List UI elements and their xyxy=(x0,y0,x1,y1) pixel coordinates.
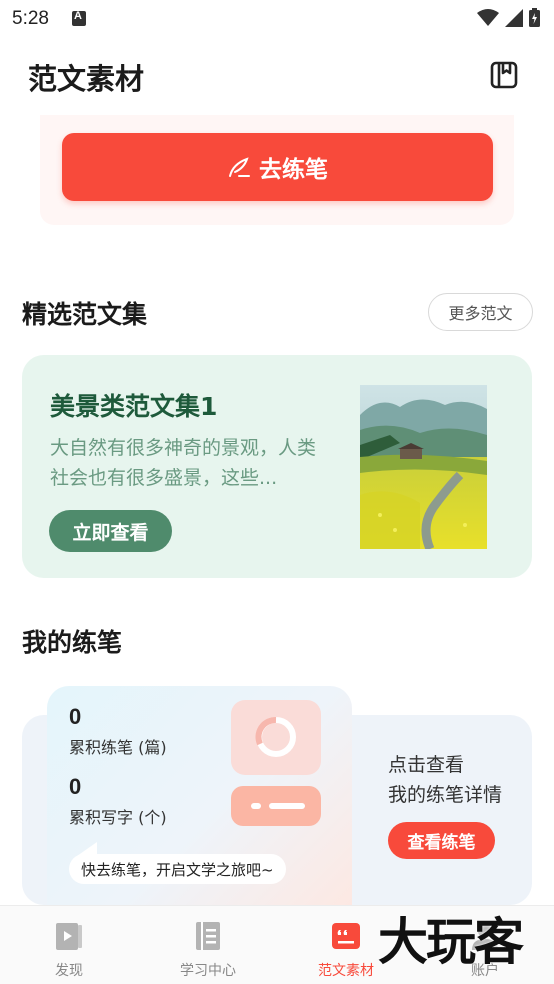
tab-model-essays-label: 范文素材 xyxy=(318,963,374,979)
tab-discover-label: 发现 xyxy=(55,963,83,979)
my-practice-section-title: 我的练笔 xyxy=(22,628,123,657)
system-icons xyxy=(477,8,540,27)
practice-detail-prompt: 点击查看 我的练笔详情 xyxy=(388,750,502,810)
feather-icon xyxy=(229,157,250,177)
practice-count-label: 累积练笔 (篇) xyxy=(69,738,167,757)
tab-learning-center[interactable]: 学习中心 xyxy=(153,920,263,982)
header: 范文素材 xyxy=(0,48,554,104)
go-practice-button[interactable]: 去练笔 xyxy=(62,133,493,201)
essay-collection-card[interactable]: 美景类范文集1 大自然有很多神奇的景观，人类社会也有很多盛景，这些... 立即查… xyxy=(22,355,532,578)
battery-icon xyxy=(529,8,540,27)
essay-card-description: 大自然有很多神奇的景观，人类社会也有很多盛景，这些... xyxy=(50,437,317,489)
wifi-icon xyxy=(477,8,499,26)
go-practice-label: 去练笔 xyxy=(259,157,328,183)
view-now-button[interactable]: 立即查看 xyxy=(49,510,172,552)
word-count-value: 0 xyxy=(69,774,82,799)
status-time: 5:28 xyxy=(12,8,49,29)
view-practice-button[interactable]: 查看练笔 xyxy=(388,822,495,859)
prompt-line-1: 点击查看 xyxy=(388,754,465,776)
notification-icon xyxy=(72,10,86,26)
signal-icon xyxy=(505,8,523,27)
progress-ring-decoration xyxy=(231,700,321,775)
status-bar: 5:28 xyxy=(0,0,554,40)
notebook-icon xyxy=(196,922,220,950)
page-title: 范文素材 xyxy=(28,62,145,96)
prompt-line-2: 我的练笔详情 xyxy=(388,784,503,806)
pill-decoration xyxy=(231,786,321,826)
tab-learning-center-label: 学习中心 xyxy=(180,963,236,979)
practice-stats-card: 0 累积练笔 (篇) 0 累积写字 (个) 快去练笔，开启文学之旅吧~ xyxy=(47,686,352,911)
quote-icon xyxy=(332,923,360,949)
bookmark-book-icon[interactable] xyxy=(490,60,518,90)
practice-count-value: 0 xyxy=(69,704,82,729)
watermark-logo: 大玩客 xyxy=(378,913,524,971)
tab-discover[interactable]: 发现 xyxy=(14,920,124,982)
encourage-bubble: 快去练笔，开启文学之旅吧~ xyxy=(69,854,286,884)
landscape-image xyxy=(360,385,487,549)
video-book-icon xyxy=(56,923,82,950)
more-essays-button[interactable]: 更多范文 xyxy=(428,293,533,331)
featured-section-title: 精选范文集 xyxy=(22,300,148,329)
essay-card-title: 美景类范文集1 xyxy=(50,392,218,421)
word-count-label: 累积写字 (个) xyxy=(69,808,167,827)
